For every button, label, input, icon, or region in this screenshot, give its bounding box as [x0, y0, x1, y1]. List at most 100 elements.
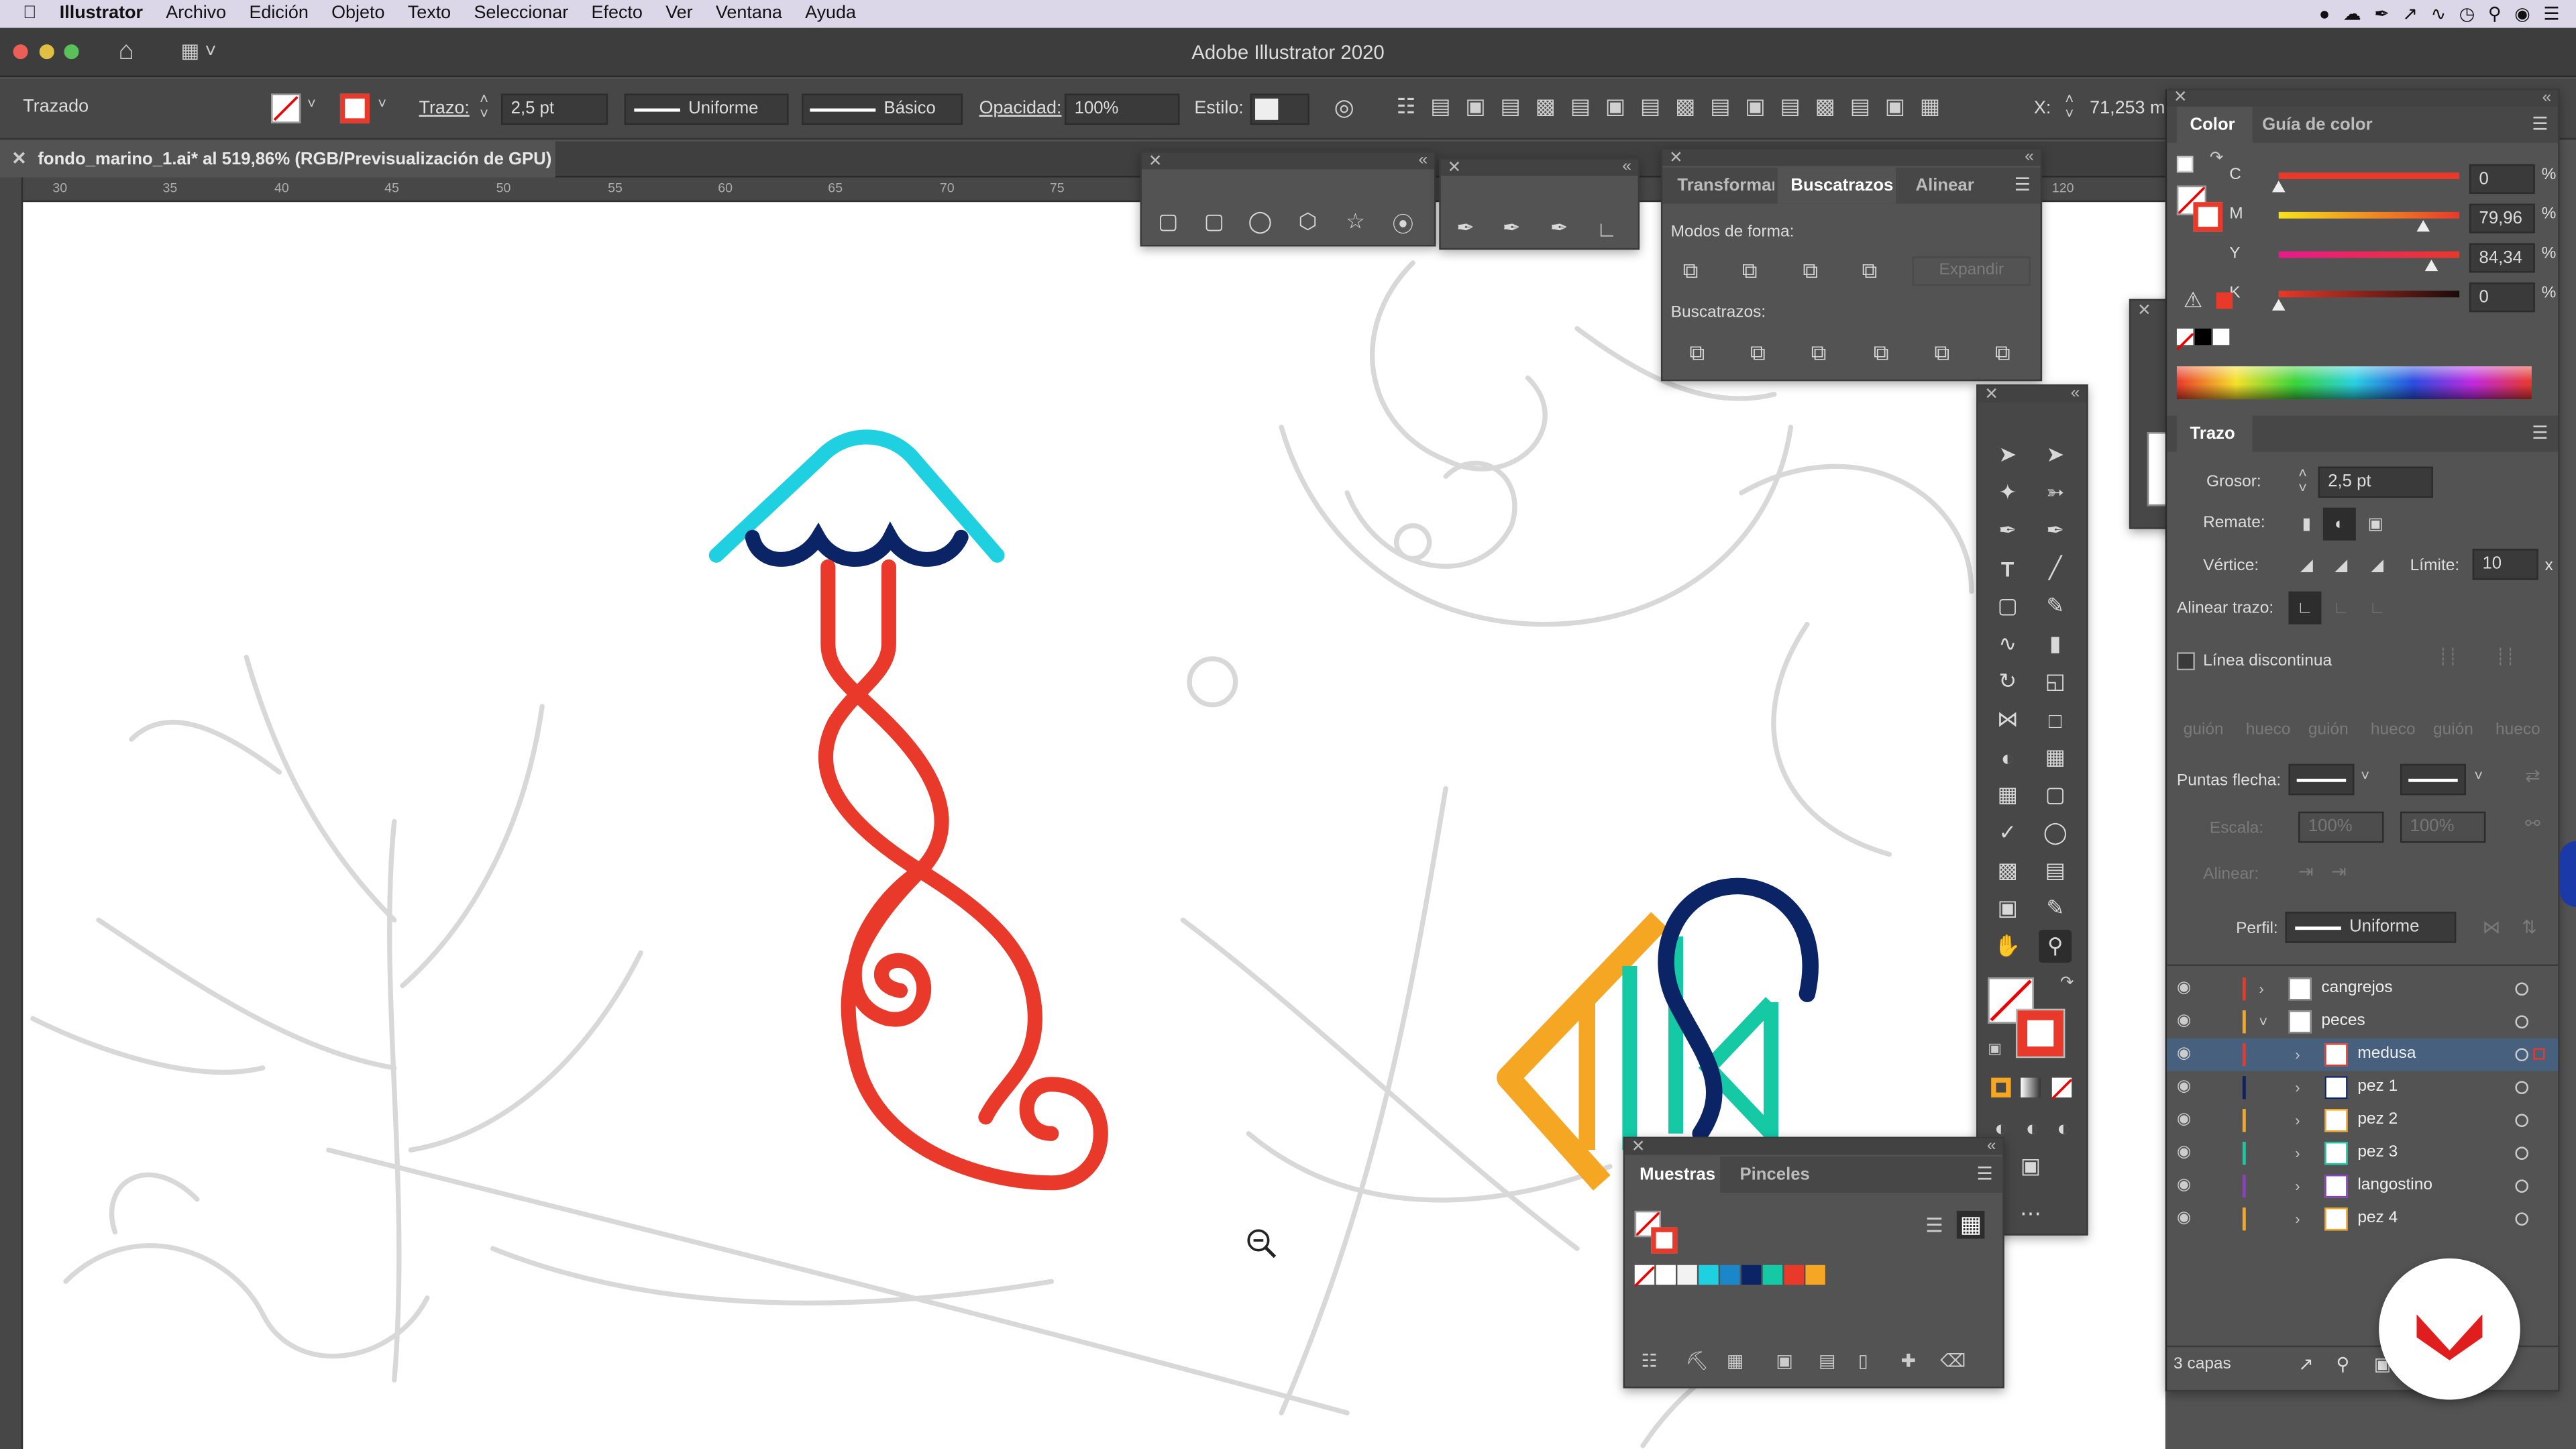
- recolor-artwork-icon[interactable]: ◎: [1334, 94, 1354, 122]
- butt-cap-icon[interactable]: ▮: [2290, 508, 2323, 541]
- color-spectrum[interactable]: [2176, 366, 2532, 400]
- swatch-options-icon[interactable]: ▦: [1727, 1350, 1743, 1372]
- start-arrowhead-select[interactable]: [2288, 763, 2355, 796]
- tab-color[interactable]: Color: [2176, 107, 2253, 144]
- layer-row[interactable]: ◉ › cangrejos: [2167, 973, 2558, 1006]
- layer-row[interactable]: ◉ ˅ peces: [2167, 1006, 2558, 1038]
- stroke-swatch[interactable]: [2015, 1008, 2065, 1059]
- close-icon[interactable]: ✕: [1631, 1139, 1646, 1157]
- width-tool-icon[interactable]: ⋈: [1991, 703, 2024, 736]
- close-icon[interactable]: ✕: [1448, 160, 1462, 177]
- chevron-right-icon[interactable]: ›: [2295, 1071, 2300, 1104]
- pen-tool-icon[interactable]: ✒: [1449, 212, 1482, 245]
- collapse-icon[interactable]: «: [1622, 158, 1631, 176]
- creative-cloud-icon[interactable]: ☁: [2343, 3, 2361, 25]
- collapse-icon[interactable]: «: [2025, 149, 2034, 166]
- chevron-down-icon[interactable]: ˅: [2259, 1006, 2267, 1038]
- swatch-none[interactable]: [1633, 1265, 1656, 1287]
- anchor-point-tool-icon[interactable]: ∟: [1591, 212, 1623, 245]
- layer-row[interactable]: ◉ › pez 2: [2167, 1104, 2558, 1137]
- record-icon[interactable]: ●: [2319, 4, 2330, 23]
- layer-row[interactable]: ◉ › pez 4: [2167, 1203, 2558, 1236]
- tab-alinear[interactable]: Alinear: [1906, 168, 1988, 204]
- eyedropper-tool-icon[interactable]: ✓: [1991, 816, 2024, 849]
- clock-icon[interactable]: ◷: [2459, 3, 2475, 25]
- opacity-label[interactable]: Opacidad:: [979, 94, 1062, 125]
- visibility-eye-icon[interactable]: ◉: [2177, 1006, 2191, 1038]
- flip-across-icon[interactable]: ⇅: [2522, 917, 2537, 938]
- swatch-registration[interactable]: [1656, 1265, 1676, 1285]
- pen-tool-icon[interactable]: ✒: [1991, 515, 2024, 547]
- arrow-tip-beyond-icon[interactable]: ⇥: [2298, 861, 2314, 882]
- menu-ayuda[interactable]: Ayuda: [794, 0, 867, 28]
- free-transform-tool-icon[interactable]: □: [2039, 703, 2072, 736]
- stroke-label[interactable]: Trazo:: [419, 94, 469, 125]
- swatch[interactable]: [1699, 1265, 1719, 1285]
- channel-value-field[interactable]: 0: [2469, 164, 2535, 194]
- new-swatch-icon[interactable]: ▤: [1819, 1350, 1835, 1372]
- minus-back-icon[interactable]: ⧉: [1986, 337, 2019, 370]
- menu-edicion[interactable]: Edición: [237, 0, 320, 28]
- close-icon[interactable]: ✕: [1669, 150, 1683, 167]
- delete-anchor-point-tool-icon[interactable]: ✒: [1543, 212, 1576, 245]
- list-view-icon[interactable]: ☰: [1925, 1214, 1943, 1237]
- swatch-libraries-icon[interactable]: ☷: [1642, 1350, 1658, 1372]
- draw-inside-icon[interactable]: ◐: [2047, 1111, 2080, 1144]
- channel-slider-thumb[interactable]: [2271, 180, 2286, 193]
- end-arrowhead-dropdown-icon[interactable]: ˅: [2474, 767, 2483, 784]
- type-tool-icon[interactable]: T: [1991, 552, 2024, 585]
- blend-tool-icon[interactable]: ◯: [2039, 816, 2072, 849]
- start-arrowhead-dropdown-icon[interactable]: ˅: [2361, 767, 2369, 784]
- rectangle-tool-icon[interactable]: ▢: [1991, 590, 2024, 623]
- share-icon[interactable]: ↗: [2402, 3, 2418, 25]
- menu-app[interactable]: Illustrator: [48, 0, 155, 28]
- round-join-icon[interactable]: ◢: [2324, 549, 2357, 582]
- arrow-tip-at-end-icon[interactable]: ⇥: [2331, 861, 2347, 882]
- scale-tool-icon[interactable]: ◱: [2039, 665, 2072, 698]
- stroke-dropdown-icon[interactable]: ˅: [378, 95, 386, 111]
- star-tool-icon[interactable]: ☆: [1339, 205, 1372, 238]
- tab-transformar[interactable]: Transformar: [1662, 168, 1774, 204]
- none-color-chip[interactable]: [2176, 328, 2194, 351]
- swatch[interactable]: [1741, 1265, 1762, 1285]
- swatch[interactable]: [1762, 1265, 1783, 1285]
- edit-toolbar-icon[interactable]: ⋯: [2014, 1197, 2047, 1230]
- layer-target-icon[interactable]: [2515, 1146, 2529, 1160]
- projecting-cap-icon[interactable]: ▣: [2359, 508, 2392, 541]
- close-tab-icon[interactable]: ✕: [11, 142, 27, 178]
- out-of-gamut-warning-icon[interactable]: ⚠: [2184, 288, 2203, 314]
- layer-row[interactable]: ◉ › pez 3: [2167, 1137, 2558, 1170]
- channel-value-field[interactable]: 0: [2469, 282, 2535, 313]
- visibility-eye-icon[interactable]: ◉: [2177, 1038, 2191, 1071]
- swatch[interactable]: [1677, 1265, 1697, 1285]
- swap-arrowheads-icon[interactable]: ⇄: [2525, 765, 2540, 787]
- ellipse-tool-icon[interactable]: ◯: [1244, 205, 1277, 238]
- layer-target-icon[interactable]: [2515, 1212, 2529, 1226]
- layer-target-icon[interactable]: [2515, 1081, 2529, 1095]
- polygon-tool-icon[interactable]: ⬡: [1291, 205, 1324, 238]
- apple-icon[interactable]: : [0, 0, 48, 28]
- weight-stepper-icon[interactable]: ˄ ˅: [2298, 466, 2307, 496]
- x-field[interactable]: 71,253 m: [2090, 94, 2165, 125]
- chevron-right-icon[interactable]: ›: [2295, 1137, 2300, 1170]
- eraser-tool-icon[interactable]: ▮: [2039, 628, 2072, 661]
- none-mode-icon[interactable]: [2051, 1077, 2073, 1100]
- wifi-icon[interactable]: ∿: [2431, 3, 2447, 25]
- direct-selection-tool-icon[interactable]: ➤: [2039, 439, 2072, 472]
- swatch[interactable]: [1720, 1265, 1740, 1285]
- opacity-field[interactable]: 100%: [1064, 93, 1180, 125]
- channel-slider-track[interactable]: [2278, 211, 2460, 219]
- panel-header[interactable]: [1625, 1138, 2003, 1155]
- perspective-grid-tool-icon[interactable]: ▦: [2039, 741, 2072, 773]
- bevel-join-icon[interactable]: ◢: [2361, 549, 2394, 582]
- channel-slider-thumb[interactable]: [2271, 299, 2286, 311]
- swap-fill-stroke-icon[interactable]: ↷: [2060, 974, 2074, 992]
- panel-header[interactable]: [1142, 152, 1434, 170]
- stroke-color-swatch[interactable]: [339, 93, 370, 123]
- menu-ver[interactable]: Ver: [654, 0, 704, 28]
- panel-menu-icon[interactable]: ☰: [1976, 1163, 1992, 1184]
- layer-target-icon[interactable]: [2515, 1048, 2529, 1062]
- siri-icon[interactable]: ◉: [2514, 3, 2530, 25]
- menu-objeto[interactable]: Objeto: [320, 0, 396, 28]
- close-icon[interactable]: ✕: [1148, 154, 1163, 170]
